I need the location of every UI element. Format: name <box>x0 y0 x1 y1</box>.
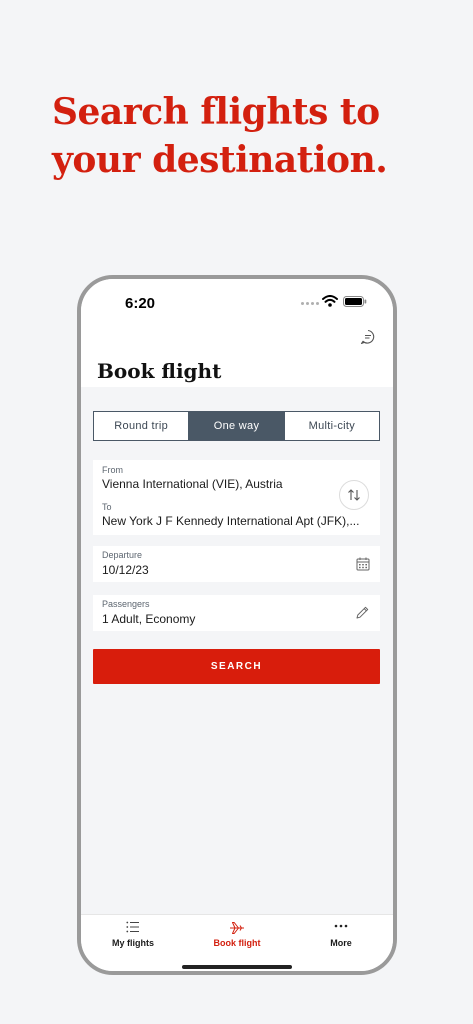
to-field[interactable]: New York J F Kennedy International Apt (… <box>102 514 359 528</box>
headline-line-2: your destination. <box>52 139 388 181</box>
trip-type-multi-city[interactable]: Multi-city <box>283 412 379 440</box>
nav-header: Book flight <box>81 323 393 387</box>
trip-type-selector: Round trip One way Multi-city <box>93 411 380 441</box>
headline-line-1: Search flights to <box>52 91 380 133</box>
passengers-label: Passengers <box>102 599 150 609</box>
trip-type-round-trip[interactable]: Round trip <box>94 412 188 440</box>
search-button[interactable]: SEARCH <box>93 649 380 684</box>
tab-my-flights[interactable]: My flights <box>81 915 185 965</box>
wifi-icon <box>322 295 338 307</box>
chat-bubble-icon[interactable] <box>360 329 376 345</box>
tab-my-flights-label: My flights <box>112 938 154 948</box>
tab-more[interactable]: More <box>289 915 393 965</box>
route-card: From Vienna International (VIE), Austria… <box>93 460 380 535</box>
more-dots-icon <box>334 924 348 928</box>
tab-book-flight-label: Book flight <box>213 938 261 948</box>
status-bar: 6:20 <box>81 279 393 323</box>
calendar-icon[interactable] <box>356 557 370 571</box>
passengers-value: 1 Adult, Economy <box>102 612 196 626</box>
promo-headline: Search flights to your destination. <box>52 88 388 184</box>
status-time: 6:20 <box>125 295 156 312</box>
swap-arrows-icon <box>348 489 360 501</box>
trip-type-one-way[interactable]: One way <box>188 412 284 440</box>
tab-more-label: More <box>330 938 352 948</box>
signal-dots-icon <box>301 302 319 305</box>
to-label: To <box>102 502 112 512</box>
departure-label: Departure <box>102 550 143 560</box>
passengers-field[interactable]: Passengers 1 Adult, Economy <box>93 595 380 631</box>
list-icon <box>126 921 139 933</box>
swap-route-button[interactable] <box>339 480 369 510</box>
page-title: Book flight <box>97 359 222 383</box>
tab-book-flight[interactable]: Book flight <box>185 915 289 965</box>
departure-value: 10/12/23 <box>102 563 149 577</box>
home-indicator <box>182 965 292 969</box>
pencil-icon[interactable] <box>355 605 370 620</box>
departure-field[interactable]: Departure 10/12/23 <box>93 546 380 582</box>
from-label: From <box>102 465 123 475</box>
from-field[interactable]: Vienna International (VIE), Austria <box>102 477 283 491</box>
battery-icon <box>343 296 367 307</box>
phone-frame: 6:20 Book flight Round trip One way Mult… <box>77 275 397 975</box>
plane-icon <box>230 922 244 934</box>
